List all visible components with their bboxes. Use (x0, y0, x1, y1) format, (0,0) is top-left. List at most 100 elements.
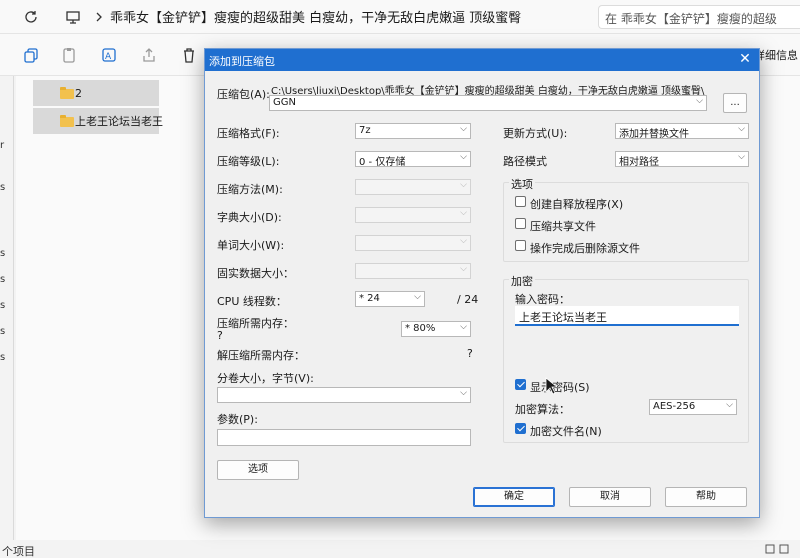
enc-method-label: 加密算法： (515, 403, 570, 416)
encryption-group-title: 加密 (509, 273, 535, 289)
format-select[interactable]: 7z ⌵ (355, 123, 471, 139)
view-toggle-icon[interactable] (762, 543, 792, 555)
folder-icon (60, 115, 74, 127)
paste-icon[interactable] (60, 46, 78, 64)
add-to-archive-dialog: 添加到压缩包 ✕ 压缩包(A): C:\Users\liuxi\Desktop\… (204, 48, 760, 518)
search-input[interactable]: 在 乖乖女【金铲铲】瘦瘦的超级 (598, 5, 800, 29)
nav-mark: s (0, 300, 6, 311)
params-label: 参数(P): (217, 413, 258, 426)
options-button[interactable]: 选项 (217, 460, 299, 480)
chevron-down-icon: ⌵ (460, 388, 467, 398)
close-icon[interactable]: ✕ (737, 51, 753, 67)
copy-icon[interactable] (22, 46, 40, 64)
password-confirm-area (515, 328, 739, 374)
chevron-down-icon: ⌵ (460, 322, 467, 332)
file-name: 2 (75, 86, 82, 100)
enc-method-select[interactable]: AES-256 ⌵ (649, 399, 737, 415)
chevron-down-icon: ⌵ (460, 124, 467, 134)
split-label: 分卷大小，字节(V): (217, 372, 314, 385)
pathmode-select[interactable]: 相对路径 ⌵ (615, 151, 749, 167)
list-item[interactable]: 2 (33, 80, 159, 106)
nav-mark: s (0, 274, 6, 285)
nav-mark: s (0, 352, 6, 363)
level-select[interactable]: 0 - 仅存储 ⌵ (355, 151, 471, 167)
status-bar: 个项目 (0, 540, 800, 558)
cpu-select[interactable]: * 24 ⌵ (355, 291, 425, 307)
mem-comp-label: 压缩所需内存： (217, 317, 294, 330)
mem-value: * 80% (405, 323, 436, 334)
chevron-down-icon: ⌵ (460, 264, 467, 274)
update-label: 更新方式(U): (503, 127, 568, 140)
chevron-down-icon: ⌵ (460, 208, 467, 218)
chevron-right-icon[interactable] (90, 8, 108, 26)
sfx-label: 创建自释放程序(X) (530, 198, 624, 211)
shared-checkbox[interactable] (515, 218, 526, 229)
split-select[interactable]: ⌵ (217, 387, 471, 403)
folder-icon (60, 87, 74, 99)
mem-select[interactable]: * 80% ⌵ (401, 321, 471, 337)
format-label: 压缩格式(F): (217, 127, 280, 140)
mem-comp-q: ? (217, 329, 223, 342)
cancel-button[interactable]: 取消 (569, 487, 651, 507)
dict-select[interactable]: ⌵ (355, 207, 471, 223)
password-label: 输入密码： (515, 293, 570, 306)
enc-method-value: AES-256 (653, 401, 696, 412)
password-input[interactable]: 上老王论坛当老王 (515, 306, 739, 326)
show-password-label: 显示密码(S) (530, 381, 590, 394)
chevron-down-icon: ⌵ (696, 96, 703, 106)
delete-icon[interactable] (180, 46, 198, 64)
chevron-down-icon: ⌵ (460, 236, 467, 246)
delete-source-checkbox[interactable] (515, 240, 526, 251)
archive-label: 压缩包(A): (217, 88, 270, 101)
params-input[interactable] (217, 429, 471, 446)
archive-name-value: GGN (273, 97, 296, 108)
options-group-title: 选项 (509, 176, 535, 192)
delete-source-label: 操作完成后删除源文件 (530, 242, 640, 255)
show-password-checkbox[interactable] (515, 379, 526, 390)
share-icon[interactable] (140, 46, 158, 64)
monitor-icon[interactable] (64, 8, 82, 26)
method-label: 压缩方法(M): (217, 183, 283, 196)
cpu-value: * 24 (359, 293, 380, 304)
method-select[interactable]: ⌵ (355, 179, 471, 195)
details-button[interactable]: 详细信息 (754, 47, 798, 63)
word-select[interactable]: ⌵ (355, 235, 471, 251)
mem-decomp-label: 解压缩所需内存： (217, 349, 305, 362)
dialog-titlebar[interactable]: 添加到压缩包 ✕ (205, 49, 759, 71)
browse-button[interactable]: ... (723, 93, 747, 113)
update-value: 添加并替换文件 (619, 129, 689, 139)
encrypt-names-checkbox[interactable] (515, 423, 526, 434)
address-path[interactable]: 乖乖女【金铲铲】瘦瘦的超级甜美 白瘦幼，干净无敌白虎嫩逼 顶级蜜臀 (110, 7, 521, 26)
sfx-checkbox[interactable] (515, 196, 526, 207)
archive-name-combo[interactable]: GGN ⌵ (269, 95, 707, 111)
dialog-title: 添加到压缩包 (209, 55, 275, 68)
word-label: 单词大小(W): (217, 239, 285, 252)
chevron-down-icon: ⌵ (738, 152, 745, 162)
update-select[interactable]: 添加并替换文件 ⌵ (615, 123, 749, 139)
solid-select[interactable]: ⌵ (355, 263, 471, 279)
cpu-label: CPU 线程数： (217, 295, 287, 308)
dict-label: 字典大小(D): (217, 211, 282, 224)
chevron-down-icon: ⌵ (460, 180, 467, 190)
pathmode-value: 相对路径 (619, 157, 659, 167)
mouse-cursor-icon (545, 377, 557, 395)
level-label: 压缩等级(L): (217, 155, 280, 168)
nav-mark: s (0, 182, 6, 193)
svg-text:A: A (105, 52, 112, 62)
pathmode-label: 路径模式 (503, 155, 547, 168)
status-text: 个项目 (2, 545, 35, 558)
refresh-icon[interactable] (22, 8, 40, 26)
rename-icon[interactable]: A (100, 46, 118, 64)
nav-mark: s (0, 326, 6, 337)
ok-button[interactable]: 确定 (473, 487, 555, 507)
chevron-down-icon: ⌵ (738, 124, 745, 134)
mem-decomp-q: ? (467, 347, 473, 360)
navigation-pane: r s s s s s s (0, 76, 14, 540)
file-name: 上老王论坛当老王 (75, 115, 163, 128)
encrypt-names-label: 加密文件名(N) (530, 425, 602, 438)
chevron-down-icon: ⌵ (414, 292, 421, 302)
list-item[interactable]: 上老王论坛当老王 (33, 108, 163, 134)
help-button[interactable]: 帮助 (665, 487, 747, 507)
level-value: 0 - 仅存储 (359, 157, 406, 167)
address-bar: 乖乖女【金铲铲】瘦瘦的超级甜美 白瘦幼，干净无敌白虎嫩逼 顶级蜜臀 在 乖乖女【… (0, 0, 800, 34)
